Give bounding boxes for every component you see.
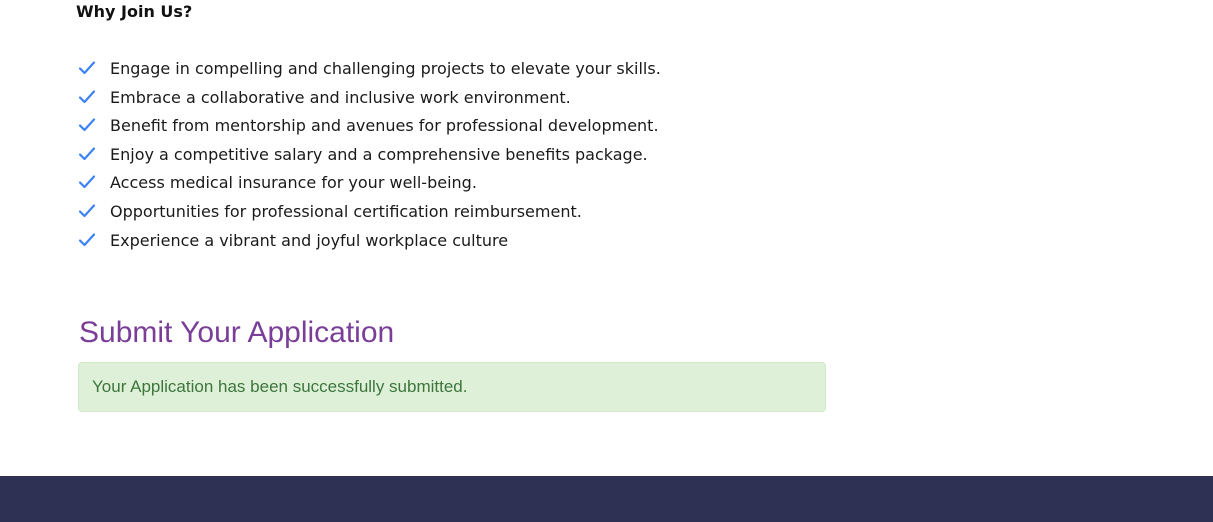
page: Why Join Us? Engage in compelling and ch… (0, 0, 1213, 522)
benefit-text: Experience a vibrant and joyful workplac… (110, 230, 509, 250)
check-icon (78, 118, 96, 132)
submit-application-title: Submit Your Application (79, 316, 395, 349)
list-item: Experience a vibrant and joyful workplac… (78, 228, 661, 257)
benefit-text: Embrace a collaborative and inclusive wo… (110, 87, 571, 107)
footer (0, 476, 1213, 522)
list-item: Engage in compelling and challenging pro… (78, 56, 661, 85)
benefit-text: Benefit from mentorship and avenues for … (110, 116, 659, 136)
check-icon (78, 89, 96, 103)
list-item: Embrace a collaborative and inclusive wo… (78, 85, 661, 114)
list-item: Enjoy a competitive salary and a compreh… (78, 142, 661, 171)
why-join-heading: Why Join Us? (76, 2, 193, 21)
benefit-text: Engage in compelling and challenging pro… (110, 59, 661, 78)
benefit-text: Access medical insurance for your well-b… (110, 173, 477, 193)
benefit-text: Enjoy a competitive salary and a compreh… (110, 144, 648, 164)
list-item: Access medical insurance for your well-b… (78, 170, 661, 199)
check-icon (78, 147, 96, 160)
list-item: Benefit from mentorship and avenues for … (78, 113, 661, 142)
benefit-text: Opportunities for professional certifica… (110, 201, 582, 221)
benefits-list: Engage in compelling and challenging pro… (78, 56, 661, 256)
success-alert: Your Application has been successfully s… (78, 362, 826, 412)
list-item: Opportunities for professional certifica… (78, 199, 661, 228)
check-icon (78, 204, 96, 218)
check-icon (78, 175, 96, 189)
check-icon (78, 61, 96, 75)
success-message: Your Application has been successfully s… (92, 377, 468, 396)
check-icon (78, 232, 96, 246)
